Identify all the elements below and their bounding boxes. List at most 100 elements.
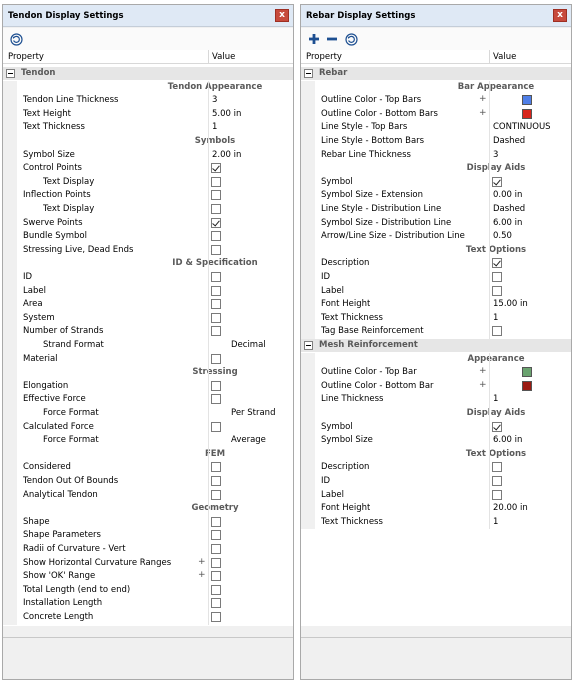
tendon-close-button[interactable]: x [275, 9, 289, 22]
checkbox[interactable] [211, 598, 221, 609]
expand-icon[interactable]: + [198, 570, 206, 580]
property-value[interactable]: Decimal [231, 340, 266, 350]
checkbox[interactable] [211, 557, 221, 568]
property-row-analytical-tendon[interactable]: Analytical Tendon [3, 488, 293, 503]
checkbox[interactable] [211, 244, 221, 255]
property-row-calculated-force[interactable]: Calculated Force [3, 420, 293, 435]
property-row-elongation[interactable]: Elongation [3, 379, 293, 394]
property-row-outline-color-top-bar[interactable]: Outline Color - Top Bar + [301, 366, 571, 380]
property-value[interactable]: 3 [493, 150, 498, 160]
checkbox[interactable] [211, 204, 221, 214]
rebar-close-button[interactable]: x [553, 9, 567, 22]
property-row-text-height[interactable]: Text Height 5.00 in [3, 107, 293, 122]
checkbox[interactable] [211, 421, 221, 432]
property-row-effective-force[interactable]: Effective Force [3, 393, 293, 407]
property-row-symbol[interactable]: Symbol [301, 420, 571, 435]
property-row-outline-color-bottom-bars[interactable]: Outline Color - Bottom Bars + [301, 107, 571, 122]
property-row-installation-length[interactable]: Installation Length [3, 597, 293, 611]
checkbox[interactable] [211, 489, 221, 500]
expand-icon[interactable]: + [479, 108, 487, 118]
checkbox[interactable] [211, 530, 221, 541]
checkbox[interactable] [492, 176, 502, 187]
property-row-description[interactable]: Description [301, 461, 571, 475]
collapse-icon[interactable] [6, 69, 15, 78]
property-row-force-format[interactable]: Force Format Average [3, 434, 293, 448]
property-row-outline-color-top-bars[interactable]: Outline Color - Top Bars + [301, 94, 571, 108]
property-value[interactable]: 6.00 in [493, 435, 522, 445]
group-row-rebar[interactable]: Rebar [301, 67, 571, 80]
property-row-total-length-end-to-end[interactable]: Total Length (end to end) [3, 583, 293, 598]
property-row-rebar-line-thickness[interactable]: Rebar Line Thickness 3 [301, 148, 571, 163]
checkbox[interactable] [211, 394, 221, 405]
property-value[interactable]: 2.00 in [212, 150, 241, 160]
color-swatch[interactable] [522, 95, 532, 106]
property-row-text-thickness[interactable]: Text Thickness 1 [301, 515, 571, 530]
property-row-id[interactable]: ID [301, 271, 571, 285]
checkbox[interactable] [211, 353, 221, 364]
property-row-label[interactable]: Label [3, 284, 293, 299]
checkbox[interactable] [211, 326, 221, 337]
property-row-line-style-top-bars[interactable]: Line Style - Top Bars CONTINUOUS [301, 121, 571, 135]
property-row-shape-parameters[interactable]: Shape Parameters [3, 529, 293, 543]
checkbox[interactable] [211, 272, 221, 282]
rebar-add-button[interactable] [307, 32, 321, 46]
property-row-force-format[interactable]: Force Format Per Strand [3, 407, 293, 421]
property-row-id[interactable]: ID [3, 271, 293, 285]
checkbox[interactable] [492, 489, 502, 500]
property-row-symbol-size-extension[interactable]: Symbol Size - Extension 0.00 in [301, 189, 571, 203]
property-value[interactable]: 1 [493, 313, 498, 323]
property-row-number-of-strands[interactable]: Number of Strands [3, 325, 293, 339]
checkbox[interactable] [492, 258, 502, 269]
property-row-swerve-points[interactable]: Swerve Points [3, 216, 293, 231]
property-row-strand-format[interactable]: Strand Format Decimal [3, 339, 293, 353]
property-row-control-points[interactable]: Control Points [3, 162, 293, 176]
expand-icon[interactable]: + [479, 366, 487, 376]
property-row-symbol-size[interactable]: Symbol Size 6.00 in [301, 434, 571, 448]
color-swatch[interactable] [522, 380, 532, 391]
property-row-line-style-bottom-bars[interactable]: Line Style - Bottom Bars Dashed [301, 135, 571, 149]
property-row-line-style-distribution-line[interactable]: Line Style - Distribution Line Dashed [301, 203, 571, 217]
property-row-show-ok-range[interactable]: Show 'OK' Range + [3, 570, 293, 584]
property-row-shape[interactable]: Shape [3, 515, 293, 530]
checkbox[interactable] [492, 421, 502, 432]
checkbox[interactable] [211, 217, 221, 228]
checkbox[interactable] [211, 571, 221, 582]
checkbox[interactable] [211, 163, 221, 174]
property-value[interactable]: 0.50 [493, 231, 512, 241]
collapse-icon[interactable] [304, 69, 313, 78]
checkbox[interactable] [211, 476, 221, 486]
checkbox[interactable] [492, 272, 502, 282]
property-row-tendon-out-of-bounds[interactable]: Tendon Out Of Bounds [3, 475, 293, 489]
property-row-radii-of-curvature-vert[interactable]: Radii of Curvature - Vert [3, 543, 293, 557]
property-value[interactable]: CONTINUOUS [493, 122, 551, 132]
expand-icon[interactable]: + [198, 557, 206, 567]
property-row-bundle-symbol[interactable]: Bundle Symbol [3, 230, 293, 244]
rebar-remove-button[interactable] [325, 32, 339, 46]
property-value[interactable]: Per Strand [231, 408, 275, 418]
property-row-show-horizontal-curvature-ranges[interactable]: Show Horizontal Curvature Ranges + [3, 556, 293, 571]
color-swatch[interactable] [522, 108, 532, 119]
property-row-description[interactable]: Description [301, 257, 571, 271]
checkbox[interactable] [211, 231, 221, 242]
property-row-text-display[interactable]: Text Display [3, 175, 293, 190]
property-row-line-thickness[interactable]: Line Thickness 1 [301, 393, 571, 407]
property-value[interactable]: 3 [212, 95, 217, 105]
property-row-symbol-size-distribution-line[interactable]: Symbol Size - Distribution Line 6.00 in [301, 216, 571, 231]
property-row-text-display[interactable]: Text Display [3, 203, 293, 217]
property-value[interactable]: 20.00 in [493, 503, 528, 513]
property-value[interactable]: 0.00 in [493, 190, 522, 200]
property-row-label[interactable]: Label [301, 284, 571, 299]
checkbox[interactable] [211, 584, 221, 595]
group-row-mesh-reinforcement[interactable]: Mesh Reinforcement [301, 339, 571, 352]
checkbox[interactable] [211, 462, 221, 473]
property-row-considered[interactable]: Considered [3, 461, 293, 475]
property-row-stressing-live-dead-ends[interactable]: Stressing Live, Dead Ends [3, 243, 293, 258]
property-value[interactable]: 1 [493, 517, 498, 527]
property-row-font-height[interactable]: Font Height 20.00 in [301, 502, 571, 516]
checkbox[interactable] [211, 312, 221, 323]
property-value[interactable]: Dashed [493, 136, 525, 146]
property-row-symbol-size[interactable]: Symbol Size 2.00 in [3, 148, 293, 163]
group-row-tendon[interactable]: Tendon [3, 67, 293, 80]
checkbox[interactable] [211, 544, 221, 554]
expand-icon[interactable]: + [479, 94, 487, 104]
